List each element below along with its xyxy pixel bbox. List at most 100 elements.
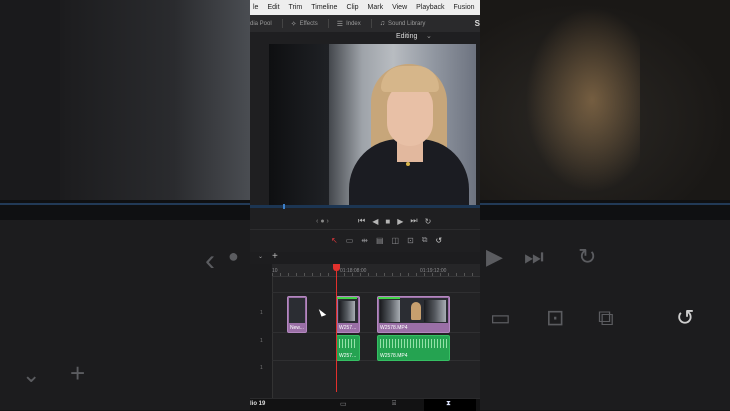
scrubber-playhead[interactable] bbox=[283, 204, 285, 209]
subject-bangs bbox=[381, 66, 439, 92]
clip-frame bbox=[424, 300, 446, 322]
insert-clip-icon[interactable]: ◫ bbox=[392, 236, 400, 245]
video-clip-w257[interactable]: W257... bbox=[336, 296, 360, 333]
track-divider bbox=[272, 292, 480, 293]
trim-tool-icon[interactable]: ▭ bbox=[346, 236, 354, 245]
bg-plus-icon: + bbox=[70, 358, 86, 388]
selection-tool-icon[interactable]: ↖ bbox=[331, 236, 338, 245]
edit-toolbar: ↖ ▭ ⇹ ▤ ◫ ⊡ ⧉ ↺ bbox=[250, 232, 480, 248]
panel-toolbar: dia Pool ✧ Effects ☰ Index ♫ Sound Libra… bbox=[250, 15, 480, 33]
timeline-header: ⌄ + bbox=[250, 251, 480, 264]
edit-page-icon: ⧗ bbox=[446, 400, 451, 407]
audio-clip-w257[interactable]: W257... bbox=[336, 335, 360, 361]
bg-hair-right bbox=[520, 0, 640, 200]
menu-trim[interactable]: Trim bbox=[289, 4, 303, 11]
audio-track-label: 1 bbox=[260, 365, 263, 371]
menu-fusion[interactable]: Fusion bbox=[454, 4, 475, 11]
audio-track-label: 1 bbox=[260, 338, 263, 344]
menu-clip[interactable]: Clip bbox=[346, 4, 358, 11]
viewer-mode-dropdown[interactable]: Editing bbox=[396, 33, 417, 40]
add-track-icon[interactable]: + bbox=[272, 251, 278, 262]
stop-icon[interactable]: ■ bbox=[385, 217, 390, 226]
timeline-ruler[interactable]: 10 01:18:08:00 01:19:12:00 bbox=[272, 264, 480, 277]
bg-prev-icon: ‹ bbox=[205, 244, 215, 277]
play-reverse-icon[interactable]: ◀ bbox=[372, 217, 378, 226]
menu-playback[interactable]: Playback bbox=[416, 4, 444, 11]
clip-name: New... bbox=[290, 325, 304, 331]
viewer-umbrella bbox=[269, 44, 329, 205]
bg-snap-icon: ↺ bbox=[676, 305, 695, 330]
ruler-ticks bbox=[272, 273, 480, 276]
chevron-down-icon[interactable]: ⌄ bbox=[426, 32, 432, 40]
clip-thumbnail bbox=[289, 298, 305, 323]
list-icon: ☰ bbox=[336, 20, 344, 28]
viewer-nav-dots[interactable]: ‹●› bbox=[316, 218, 331, 225]
media-pool-button[interactable]: dia Pool bbox=[250, 21, 272, 27]
bg-strip-left bbox=[0, 203, 250, 205]
dynamic-trim-icon[interactable]: ⇹ bbox=[361, 236, 368, 245]
timeline-playhead[interactable] bbox=[336, 264, 337, 392]
play-icon[interactable]: ▶ bbox=[397, 217, 403, 226]
effects-icon: ✧ bbox=[290, 20, 297, 28]
loop-icon[interactable]: ↻ bbox=[425, 217, 432, 226]
clip-name: W257... bbox=[339, 353, 357, 359]
video-clip-w2578[interactable]: W2578.MP4 bbox=[377, 296, 450, 333]
menu-view[interactable]: View bbox=[392, 4, 407, 11]
app-brand: lio 19 bbox=[250, 401, 266, 407]
ruler-timecode: 01:19:12:00 bbox=[420, 268, 447, 274]
clip-enhance-bar bbox=[337, 297, 357, 299]
right-panel-label[interactable]: S bbox=[475, 19, 480, 28]
video-track-label: 1 bbox=[260, 310, 263, 316]
blade-tool-icon[interactable]: ▤ bbox=[376, 236, 384, 245]
sound-library-icon: ♫ bbox=[379, 20, 386, 27]
page-bar: lio 19 ▭ ⌸ ⧗ bbox=[250, 398, 480, 411]
clip-name: W257... bbox=[339, 325, 357, 331]
audio-waveform bbox=[339, 339, 357, 348]
menu-file[interactable]: le bbox=[253, 4, 258, 11]
toolbar-divider bbox=[281, 19, 283, 28]
sound-library-label: Sound Library bbox=[388, 20, 426, 27]
index-label: Index bbox=[346, 20, 361, 27]
index-button[interactable]: ☰ Index bbox=[337, 20, 361, 28]
video-viewer bbox=[269, 44, 476, 205]
menu-bar: le Edit Trim Timeline Clip Mark View Pla… bbox=[250, 0, 480, 15]
menu-timeline[interactable]: Timeline bbox=[311, 4, 337, 11]
clip-name: W2578.MP4 bbox=[380, 325, 408, 331]
menu-edit[interactable]: Edit bbox=[267, 4, 279, 11]
clip-name: W2578.MP4 bbox=[380, 353, 408, 359]
timeline-collapse-icon[interactable]: ⌄ bbox=[258, 253, 263, 260]
audio-clip-w2578[interactable]: W2578.MP4 bbox=[377, 335, 450, 361]
toolbar-divider bbox=[370, 19, 372, 28]
bg-play-icon: ▶ bbox=[486, 244, 503, 269]
clip-frame bbox=[339, 301, 355, 321]
menu-mark[interactable]: Mark bbox=[368, 4, 384, 11]
clip-frame bbox=[380, 300, 400, 322]
subject-necklace bbox=[406, 162, 410, 166]
snapping-icon[interactable]: ↺ bbox=[436, 236, 443, 245]
bg-chevron-icon: ⌄ bbox=[22, 362, 41, 387]
tool-divider bbox=[250, 229, 480, 230]
media-page-icon[interactable]: ▭ bbox=[340, 400, 347, 408]
ruler-timecode: 10 bbox=[272, 268, 278, 274]
go-to-end-icon[interactable]: ⏭ bbox=[410, 216, 417, 226]
video-clip-new[interactable]: New... bbox=[287, 296, 307, 333]
replace-clip-icon[interactable]: ⧉ bbox=[422, 235, 428, 245]
overwrite-clip-icon[interactable]: ⊡ bbox=[407, 236, 414, 245]
effects-button[interactable]: ✧ Effects bbox=[291, 20, 318, 28]
track-headers bbox=[250, 264, 273, 400]
subject-face bbox=[387, 84, 433, 146]
bg-dot-icon: ● bbox=[228, 246, 239, 266]
go-to-start-icon[interactable]: ⏮ bbox=[358, 216, 365, 226]
bg-skip-icon: ⏭ bbox=[524, 244, 544, 269]
clip-frame bbox=[411, 302, 421, 320]
bg-tool-icon-1: ▭ bbox=[490, 305, 511, 330]
viewer-scrubber[interactable] bbox=[250, 204, 480, 209]
audio-waveform bbox=[380, 339, 447, 348]
sound-library-button[interactable]: ♫ Sound Library bbox=[380, 20, 426, 27]
bg-tool-icon-2: ⊡ bbox=[546, 305, 565, 330]
edit-page-tab[interactable]: ⧗ bbox=[424, 399, 476, 411]
bg-strip-right bbox=[480, 203, 730, 205]
ruler-timecode: 01:18:08:00 bbox=[340, 268, 367, 274]
cut-page-icon[interactable]: ⌸ bbox=[392, 400, 396, 408]
effects-label: Effects bbox=[299, 20, 318, 27]
